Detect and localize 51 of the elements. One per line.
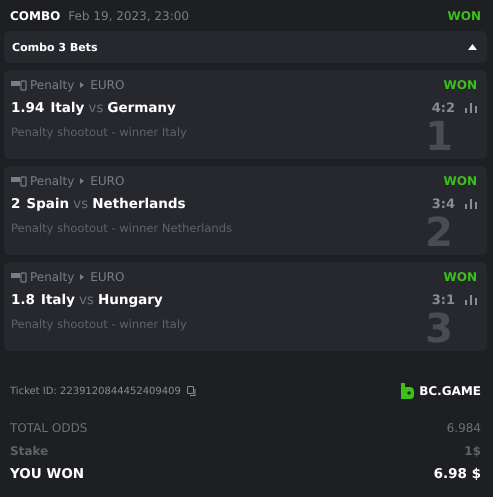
away-team: Germany (107, 100, 176, 116)
brand-name: BC.GAME (419, 384, 481, 398)
total-label: Stake (10, 444, 48, 458)
bet-odds: 1.8 (11, 292, 35, 308)
bet-category: Penalty (30, 174, 74, 188)
total-value: 1$ (464, 444, 481, 458)
versus-label: vs (73, 196, 88, 212)
bet-category: Penalty (30, 270, 74, 284)
ticket-id: Ticket ID: 2239120844452409409 (10, 386, 181, 396)
match-score: 4:2 (432, 100, 455, 116)
total-label: TOTAL ODDS (10, 420, 88, 434)
stats-icon[interactable] (465, 199, 477, 209)
bet-odds: 1.94 (11, 100, 44, 116)
bet-status: WON (448, 8, 481, 22)
stats-icon[interactable] (465, 295, 477, 305)
bet-league: EURO (90, 270, 124, 284)
chevron-icon (80, 82, 84, 88)
game-logo-icon (11, 271, 27, 283)
versus-label: vs (78, 292, 94, 308)
bet-odds: 2 (11, 196, 20, 212)
bet-type: COMBO (10, 8, 60, 22)
copy-icon[interactable] (186, 386, 197, 396)
match-score: 3:1 (432, 292, 455, 308)
game-logo-icon (11, 79, 27, 91)
bet-market: Penalty shootout - winner Italy (11, 317, 188, 331)
away-team: Netherlands (92, 196, 186, 212)
home-team: Italy (50, 100, 84, 116)
combo-title: Combo 3 Bets (12, 40, 98, 54)
chevron-icon (80, 274, 84, 280)
bet-league: EURO (90, 174, 124, 188)
away-team: Hungary (98, 292, 163, 308)
bet-market: Penalty shootout - winner Italy (11, 125, 188, 139)
bet-category: Penalty (30, 78, 74, 92)
bet-status: WON (444, 78, 477, 92)
total-label: YOU WON (10, 466, 84, 482)
bet-market: Penalty shootout - winner Netherlands (11, 221, 233, 235)
bet-date: Feb 19, 2023, 23:00 (68, 8, 190, 22)
home-team: Italy (40, 292, 75, 308)
brand-logo-icon (401, 383, 414, 399)
total-value: 6.984 (446, 420, 481, 434)
stats-icon[interactable] (465, 103, 477, 113)
match-score: 3:4 (432, 196, 455, 212)
bet-league: EURO (90, 78, 124, 92)
bet-status: WON (444, 270, 477, 284)
home-team: Spain (26, 196, 70, 212)
chevron-icon (80, 178, 84, 184)
bet-status: WON (444, 174, 477, 188)
combo-toggle[interactable]: Combo 3 Bets (4, 31, 487, 63)
total-value: 6.98 $ (434, 466, 481, 482)
game-logo-icon (11, 175, 27, 187)
versus-label: vs (88, 100, 104, 116)
